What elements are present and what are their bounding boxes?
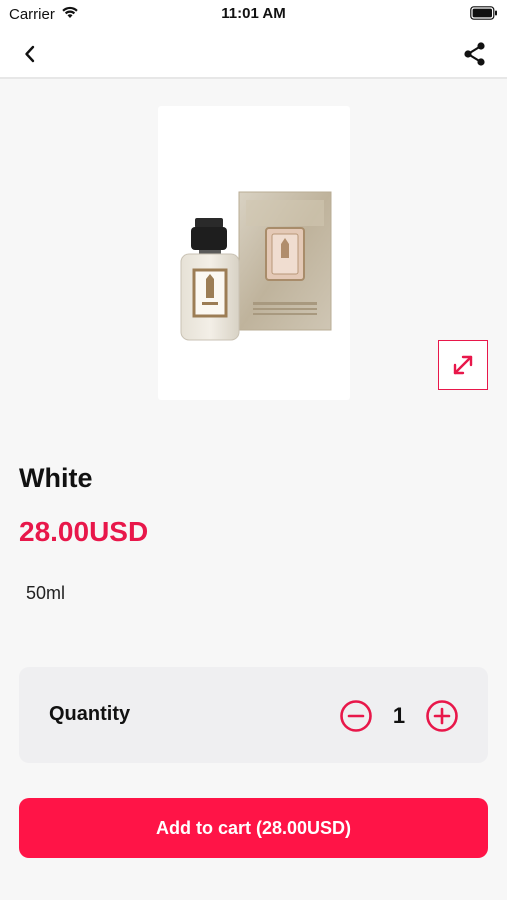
share-icon [464, 42, 485, 66]
quantity-value: 1 [392, 703, 406, 728]
expand-icon [453, 355, 473, 375]
status-bar: Carrier 11:01 AM [0, 0, 507, 28]
back-button[interactable] [14, 38, 46, 70]
product-name: White [19, 463, 93, 493]
chevron-left-icon [25, 45, 35, 63]
share-button[interactable] [459, 38, 491, 70]
increase-quantity-button[interactable] [425, 699, 459, 733]
perfume-bottle-image [180, 191, 332, 341]
quantity-label: Quantity [49, 703, 131, 725]
battery-icon [470, 6, 498, 24]
quantity-card: Quantity 1 [19, 667, 488, 763]
product-image[interactable] [158, 106, 350, 400]
product-size: 50ml [26, 583, 66, 603]
add-to-cart-button[interactable]: Add to cart (28.00USD) [19, 798, 488, 858]
minus-circle-icon [340, 700, 372, 732]
product-price: 28.00USD [19, 516, 149, 547]
decrease-quantity-button[interactable] [339, 699, 373, 733]
status-time: 11:01 AM [221, 5, 286, 22]
plus-circle-icon [426, 700, 458, 732]
nav-bar [0, 28, 507, 79]
expand-image-button[interactable] [438, 340, 488, 390]
